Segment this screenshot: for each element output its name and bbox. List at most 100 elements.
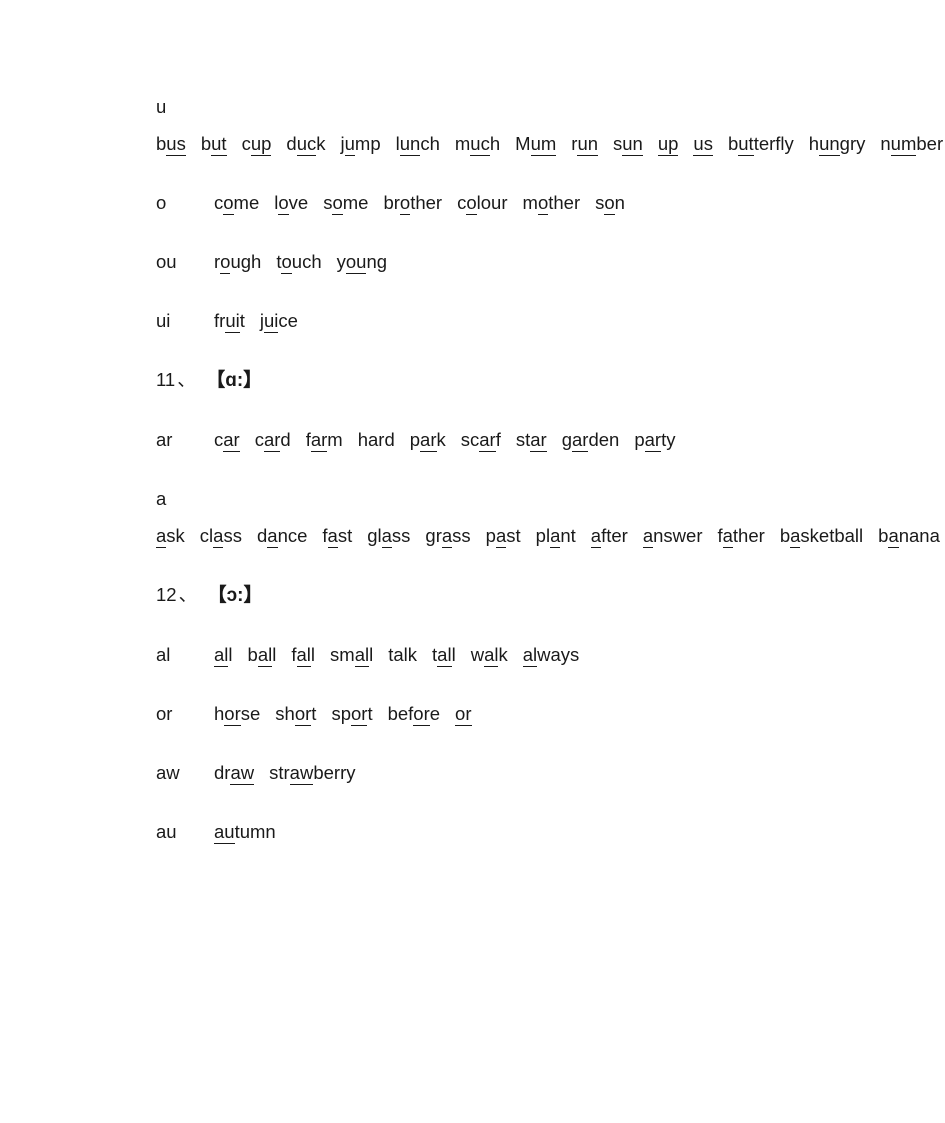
grapheme-key: u — [156, 96, 167, 117]
word-segment: bef — [387, 703, 414, 724]
word: lunch — [396, 133, 440, 156]
underlined-grapheme: a — [495, 525, 507, 548]
word-segment: fter — [601, 525, 628, 546]
word: some — [323, 192, 369, 215]
word: fall — [291, 644, 316, 667]
word: but — [200, 133, 227, 156]
word-segment: g — [561, 429, 572, 450]
word-segment: l — [272, 644, 277, 665]
word-segment: p — [409, 429, 421, 450]
underlined-grapheme: o — [537, 192, 549, 215]
word: number — [880, 133, 943, 156]
word-segment: tumn — [234, 821, 276, 842]
word: Mum — [515, 133, 557, 156]
underlined-grapheme: al — [522, 644, 538, 667]
word-segment: sh — [275, 703, 295, 724]
word: scarf — [461, 429, 501, 452]
underlined-grapheme: o — [466, 192, 477, 215]
grapheme-key: au — [156, 821, 177, 842]
underlined-grapheme: o — [220, 251, 231, 274]
underlined-grapheme: a — [888, 525, 899, 548]
underlined-grapheme: um — [530, 133, 557, 156]
word-segment: se — [240, 703, 261, 724]
word: hard — [358, 429, 395, 450]
word-row: ar car card farm hard park scarf star garden part… — [92, 421, 853, 458]
underlined-grapheme: aw — [230, 762, 255, 785]
word-segment: l — [310, 644, 316, 665]
word: short — [275, 703, 316, 726]
underlined-grapheme: uc — [470, 133, 490, 156]
word-segment: c — [457, 192, 467, 213]
word-segment: sp — [331, 703, 351, 724]
word: small — [330, 644, 373, 667]
word-segment: m — [454, 133, 471, 154]
word-segment: l — [228, 644, 233, 665]
word-segment: h — [489, 133, 501, 154]
word-segment: ther — [548, 192, 581, 213]
word-segment: w — [470, 644, 485, 665]
word-segment: f — [322, 525, 328, 546]
word: us — [693, 133, 713, 156]
word-segment: mp — [354, 133, 381, 154]
underlined-grapheme: u — [344, 133, 355, 156]
word: father — [717, 525, 765, 548]
word: farm — [306, 429, 343, 452]
word: park — [409, 429, 446, 452]
word: rough — [214, 251, 261, 274]
underlined-grapheme: al — [437, 644, 452, 667]
word: love — [274, 192, 308, 215]
word-segment: c — [214, 429, 224, 450]
word-segment: ce — [278, 310, 298, 331]
word-row: al all ball fall small talk tall walk always — [92, 636, 853, 673]
word-segment: terfly — [753, 133, 794, 154]
underlined-grapheme: au — [214, 821, 235, 844]
word-row: aask class dance fast glass grass past plant aft… — [92, 480, 940, 554]
word-segment: me — [342, 192, 369, 213]
word-segment: gl — [367, 525, 382, 546]
underlined-grapheme: a — [381, 525, 392, 548]
word: all — [214, 644, 233, 667]
word: hungry — [808, 133, 865, 156]
underlined-grapheme: a — [213, 525, 224, 548]
word-segment: b — [200, 133, 212, 154]
word-segment: t — [367, 703, 373, 724]
underlined-grapheme: aw — [289, 762, 314, 785]
word: strawberry — [269, 762, 355, 785]
underlined-grapheme: ui — [225, 310, 240, 333]
underlined-grapheme: or — [224, 703, 241, 726]
word: before — [387, 703, 440, 726]
underlined-grapheme: ar — [223, 429, 240, 452]
word-segment: c — [241, 133, 251, 154]
word-segment: k — [436, 429, 446, 450]
word-segment: b — [247, 644, 258, 665]
underlined-grapheme: a — [327, 525, 338, 548]
word-segment: gr — [425, 525, 442, 546]
word: come — [214, 192, 259, 215]
underlined-grapheme: al — [296, 644, 311, 667]
word: after — [590, 525, 628, 548]
grapheme-key: ui — [156, 310, 171, 331]
word-segment: pl — [535, 525, 551, 546]
word-segment: ss — [223, 525, 242, 546]
underlined-grapheme: ar — [420, 429, 437, 452]
word-segment: br — [383, 192, 400, 213]
word-segment: h — [808, 133, 820, 154]
word-segment: nswer — [653, 525, 703, 546]
underlined-grapheme: al — [484, 644, 499, 667]
word: young — [337, 251, 387, 274]
word-row: au autumn — [92, 813, 853, 850]
section-heading: 12、【ɔ:】 — [92, 576, 853, 614]
word-segment: fr — [214, 310, 226, 331]
word: banana — [878, 525, 940, 548]
section-number: 11 — [156, 369, 176, 390]
word-segment: ch — [420, 133, 440, 154]
word-segment: nana — [898, 525, 940, 546]
underlined-grapheme: a — [156, 525, 167, 548]
word: bus — [156, 133, 186, 156]
grapheme-key: al — [156, 644, 171, 665]
word: grass — [425, 525, 471, 548]
grapheme-key: o — [156, 192, 167, 213]
underlined-grapheme: a — [722, 525, 733, 548]
word: card — [255, 429, 291, 452]
underlined-grapheme: or — [294, 703, 312, 726]
